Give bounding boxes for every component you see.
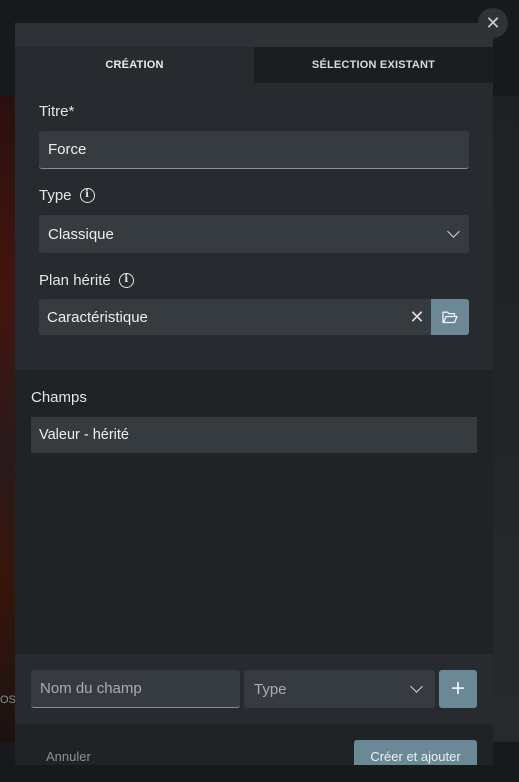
list-item[interactable]: Valeur - hérité bbox=[31, 417, 477, 453]
creation-form: Titre* Force Type i Classique Plan hérit… bbox=[15, 83, 493, 370]
title-label: Titre* bbox=[39, 101, 469, 121]
tab-creation[interactable]: CRÉATION bbox=[15, 47, 254, 83]
background-panel bbox=[493, 96, 519, 742]
chevron-down-icon bbox=[410, 680, 423, 693]
title-input-value: Force bbox=[48, 141, 87, 158]
create-and-add-button[interactable]: Créer et ajouter bbox=[354, 739, 477, 765]
title-input[interactable]: Force bbox=[39, 131, 469, 169]
fields-title: Champs bbox=[31, 389, 87, 406]
dialog-footer: Annuler Créer et ajouter bbox=[15, 724, 493, 765]
field-name-input[interactable]: Nom du champ bbox=[31, 670, 240, 708]
info-icon[interactable]: i bbox=[79, 187, 95, 203]
plan-label: Plan hérité i bbox=[39, 270, 469, 290]
type-label-text: Type bbox=[39, 186, 72, 204]
add-field-row: Nom du champ Type + bbox=[15, 654, 493, 724]
tab-bar: CRÉATION SÉLECTION EXISTANT bbox=[15, 47, 493, 83]
field-item-label: Valeur - hérité bbox=[39, 427, 129, 443]
fields-section: Champs Valeur - hérité bbox=[15, 370, 493, 654]
plus-icon: + bbox=[450, 675, 465, 702]
folder-open-icon bbox=[442, 311, 458, 323]
type-select[interactable]: Classique bbox=[39, 215, 469, 253]
info-icon[interactable]: i bbox=[118, 272, 134, 288]
title-label-text: Titre* bbox=[39, 102, 75, 120]
tab-selection-existant[interactable]: SÉLECTION EXISTANT bbox=[254, 47, 493, 83]
dialog-header bbox=[15, 23, 493, 47]
clear-icon[interactable]: ✕ bbox=[409, 307, 425, 328]
field-type-placeholder: Type bbox=[254, 680, 287, 698]
plan-label-text: Plan hérité bbox=[39, 271, 111, 289]
cancel-button[interactable]: Annuler bbox=[46, 749, 91, 764]
create-dialog: CRÉATION SÉLECTION EXISTANT Titre* Force… bbox=[15, 23, 493, 765]
field-type-select[interactable]: Type bbox=[244, 670, 435, 708]
add-field-button[interactable]: + bbox=[439, 670, 477, 708]
field-name-placeholder: Nom du champ bbox=[40, 680, 142, 697]
type-label: Type i bbox=[39, 185, 469, 205]
plan-input-value: Caractéristique bbox=[47, 308, 148, 326]
type-select-value: Classique bbox=[48, 225, 114, 243]
plan-input[interactable]: Caractéristique ✕ bbox=[39, 299, 431, 335]
close-icon: ✕ bbox=[485, 12, 501, 33]
browse-plan-button[interactable] bbox=[431, 299, 469, 335]
close-button[interactable]: ✕ bbox=[478, 8, 508, 38]
plan-picker: Caractéristique ✕ bbox=[39, 299, 469, 335]
chevron-down-icon bbox=[447, 225, 460, 238]
